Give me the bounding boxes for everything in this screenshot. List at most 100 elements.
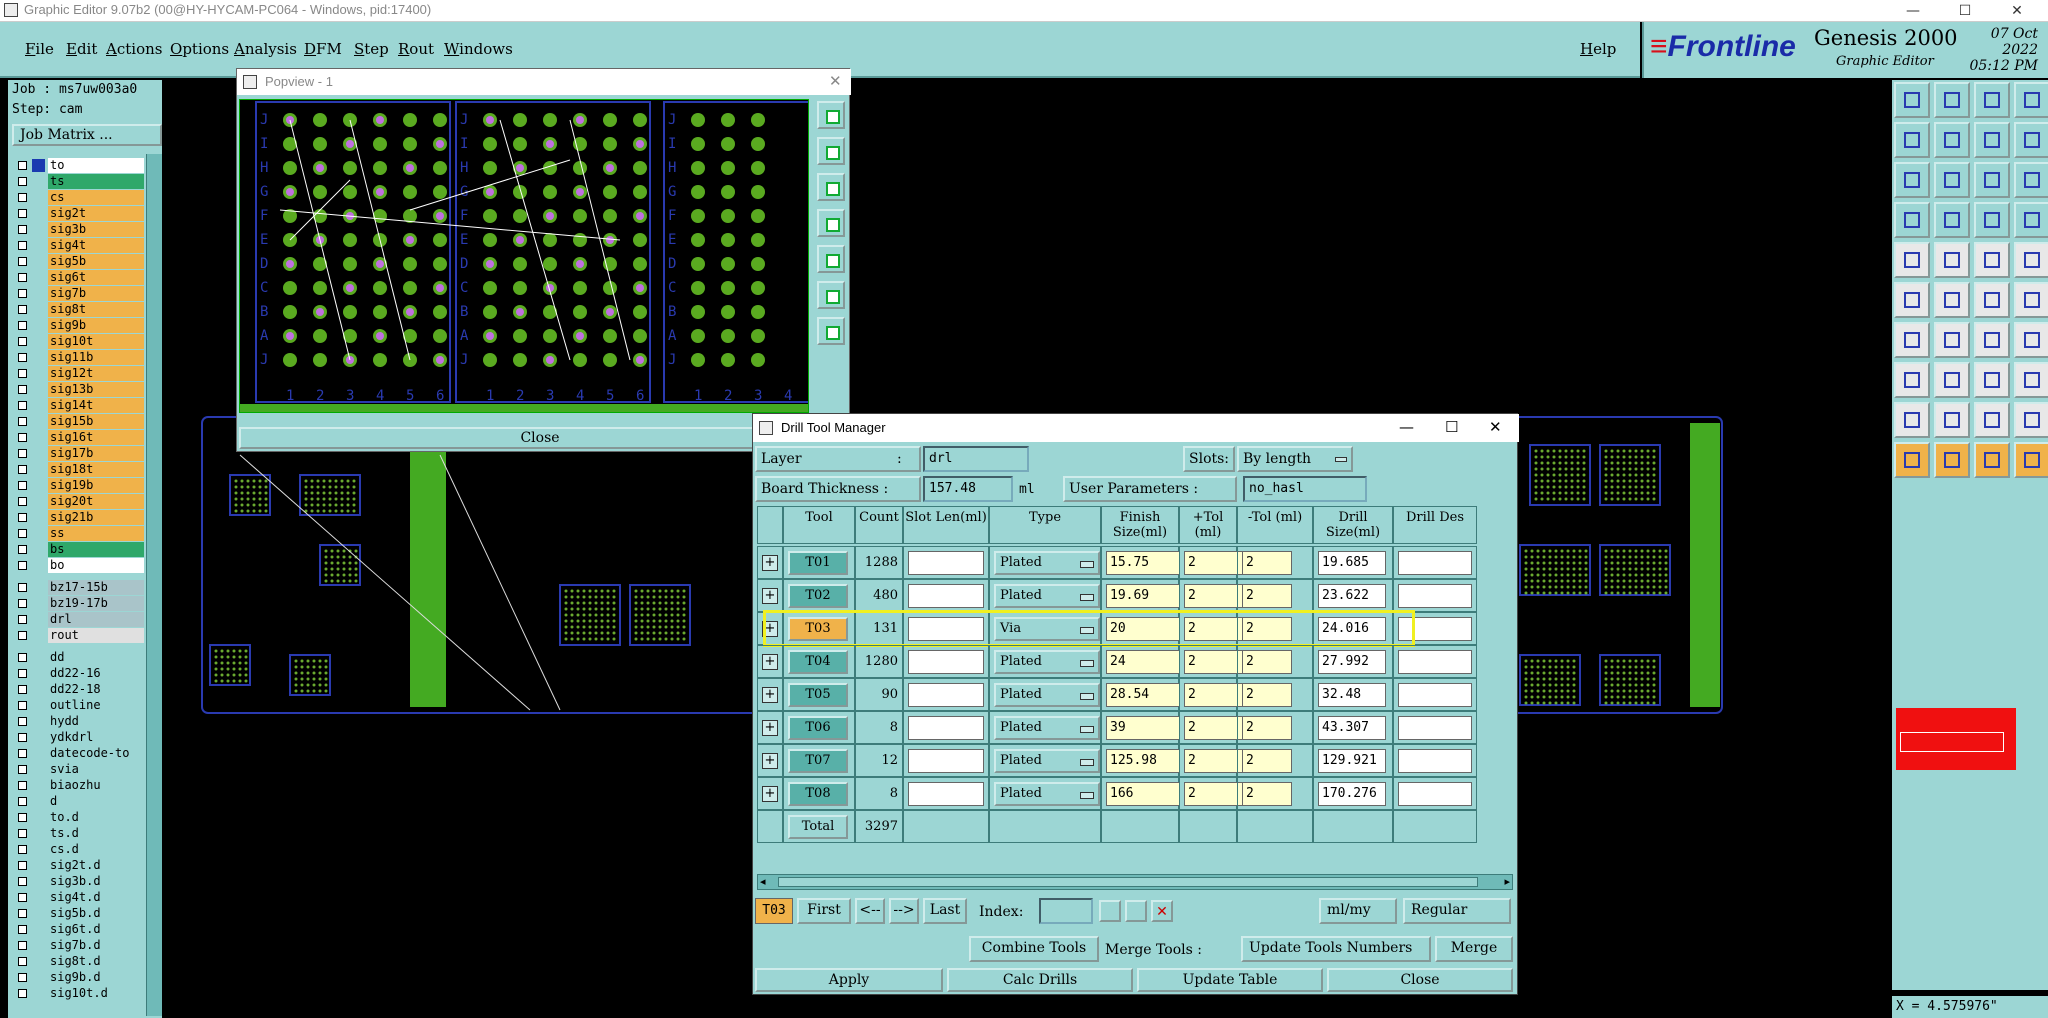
dot-icon[interactable] <box>2014 242 2048 278</box>
layer-name[interactable]: to.d <box>48 810 144 825</box>
layer-checkbox[interactable] <box>18 989 27 998</box>
layer-name[interactable]: sig3b <box>48 222 144 237</box>
type-select[interactable]: Plated <box>994 650 1100 674</box>
layer-name[interactable]: cs.d <box>48 842 144 857</box>
layer-checkbox[interactable] <box>18 193 27 202</box>
arch-icon[interactable] <box>1974 402 2010 438</box>
layer-checkbox[interactable] <box>18 209 27 218</box>
expand-icon[interactable]: + <box>762 753 778 769</box>
layer-list-scrollbar[interactable] <box>146 154 162 1016</box>
scroll-left-icon[interactable]: ◂ <box>760 875 766 888</box>
drill-size-input[interactable]: 23.622 <box>1318 584 1386 608</box>
menu-edit[interactable]: Edit <box>66 40 97 58</box>
layer-name[interactable]: svia <box>48 762 144 777</box>
type-select[interactable]: Plated <box>994 782 1100 806</box>
layer-row[interactable]: sig2t.d <box>12 858 144 873</box>
layer-row[interactable]: sig13b <box>12 382 144 397</box>
layer-name[interactable]: sig12t <box>48 366 144 381</box>
layer-row[interactable]: sig8t <box>12 302 144 317</box>
drill-size-input[interactable]: 24.016 <box>1318 617 1386 641</box>
layer-checkbox[interactable] <box>18 225 27 234</box>
mode-select[interactable]: Regular <box>1403 898 1511 924</box>
copy-shape-icon[interactable] <box>2014 362 2048 398</box>
center-box-icon[interactable] <box>1974 362 2010 398</box>
triangle-icon[interactable] <box>1894 402 1930 438</box>
drill-size-input[interactable]: 129.921 <box>1318 749 1386 773</box>
drill-size-input[interactable]: 32.48 <box>1318 683 1386 707</box>
minus-tol-input[interactable]: 2 <box>1242 584 1292 608</box>
layer-row[interactable]: drl <box>12 612 144 627</box>
swap-layer-icon[interactable] <box>1974 122 2010 158</box>
layer-name[interactable]: sig8t.d <box>48 954 144 969</box>
type-select[interactable]: Plated <box>994 683 1100 707</box>
layer-row[interactable]: sig18t <box>12 462 144 477</box>
layer-checkbox[interactable] <box>18 749 27 758</box>
finish-size-input[interactable]: 39 <box>1106 716 1180 740</box>
drill-des-input[interactable] <box>1398 749 1472 773</box>
layer-row[interactable]: sig5b <box>12 254 144 269</box>
layer-name[interactable]: sig17b <box>48 446 144 461</box>
layer-row[interactable]: sig6t <box>12 270 144 285</box>
open-layer-icon[interactable] <box>1894 82 1930 118</box>
index-search-icon[interactable] <box>1099 900 1121 922</box>
layer-row[interactable]: sig6t.d <box>12 922 144 937</box>
layer-checkbox[interactable] <box>18 797 27 806</box>
update-table-button[interactable]: Update Table <box>1137 968 1323 992</box>
zoom-center-icon[interactable] <box>1934 162 1970 198</box>
slot-len-input[interactable] <box>908 716 984 740</box>
drill-size-input[interactable]: 27.992 <box>1318 650 1386 674</box>
layer-row[interactable]: sig20t <box>12 494 144 509</box>
help-query-icon[interactable] <box>2014 162 2048 198</box>
layer-checkbox[interactable] <box>18 161 27 170</box>
layer-row[interactable]: sig3b.d <box>12 874 144 889</box>
layer-checkbox[interactable] <box>18 529 27 538</box>
menu-analysis[interactable]: Analysis <box>234 40 297 58</box>
layer-name[interactable]: hydd <box>48 714 144 729</box>
pad-icon[interactable] <box>1894 242 1930 278</box>
expand-icon[interactable]: + <box>762 555 778 571</box>
layer-row[interactable]: sig9b <box>12 318 144 333</box>
layer-checkbox[interactable] <box>18 545 27 554</box>
scroll-thumb[interactable] <box>778 877 1478 887</box>
layer-row[interactable]: d <box>12 794 144 809</box>
last-button[interactable]: Last <box>923 898 967 924</box>
layer-row[interactable]: sig4t <box>12 238 144 253</box>
layer-row[interactable]: sig17b <box>12 446 144 461</box>
layer-name[interactable]: sig10t.d <box>48 986 144 1001</box>
apply-button[interactable]: Apply <box>755 968 943 992</box>
layer-row[interactable]: dd22-18 <box>12 682 144 697</box>
layer-name[interactable]: sig6t <box>48 270 144 285</box>
slot-len-input[interactable] <box>908 584 984 608</box>
overview-view-box[interactable] <box>1900 732 2004 752</box>
layer-name[interactable]: sig8t <box>48 302 144 317</box>
layer-row[interactable]: sig5b.d <box>12 906 144 921</box>
popview-pan-icon[interactable] <box>817 317 845 345</box>
index-select-icon[interactable] <box>1125 900 1147 922</box>
layer-row[interactable]: bo <box>12 558 144 573</box>
layer-row[interactable]: cs.d <box>12 842 144 857</box>
menu-options[interactable]: Options <box>170 40 229 58</box>
select-pointer-icon[interactable] <box>1894 442 1930 478</box>
menu-file[interactable]: File <box>25 40 54 58</box>
resize-pointer-icon[interactable] <box>2014 442 2048 478</box>
layer-name[interactable]: sig21b <box>48 510 144 525</box>
layer-name[interactable]: drl <box>48 612 144 627</box>
layer-field[interactable]: drl <box>923 446 1029 472</box>
layer-name[interactable]: outline <box>48 698 144 713</box>
layer-name[interactable]: sig9b <box>48 318 144 333</box>
connect-icon[interactable] <box>1894 282 1930 318</box>
minus-tol-input[interactable]: 2 <box>1242 551 1292 575</box>
layer-row[interactable]: ts.d <box>12 826 144 841</box>
tool-button[interactable]: T05 <box>788 683 848 707</box>
type-select[interactable]: Via <box>994 617 1100 641</box>
index-clear-icon[interactable]: ✕ <box>1151 900 1173 922</box>
layer-checkbox[interactable] <box>18 845 27 854</box>
popview-zoom-in-icon[interactable] <box>817 101 845 129</box>
clear-snap-icon[interactable] <box>2014 202 2048 238</box>
layer-name[interactable]: sig15b <box>48 414 144 429</box>
expand-icon[interactable]: + <box>762 786 778 802</box>
layer-name[interactable]: sig13b <box>48 382 144 397</box>
layer-row[interactable]: sig7b.d <box>12 938 144 953</box>
layer-checkbox[interactable] <box>18 893 27 902</box>
layer-checkbox[interactable] <box>18 631 27 640</box>
